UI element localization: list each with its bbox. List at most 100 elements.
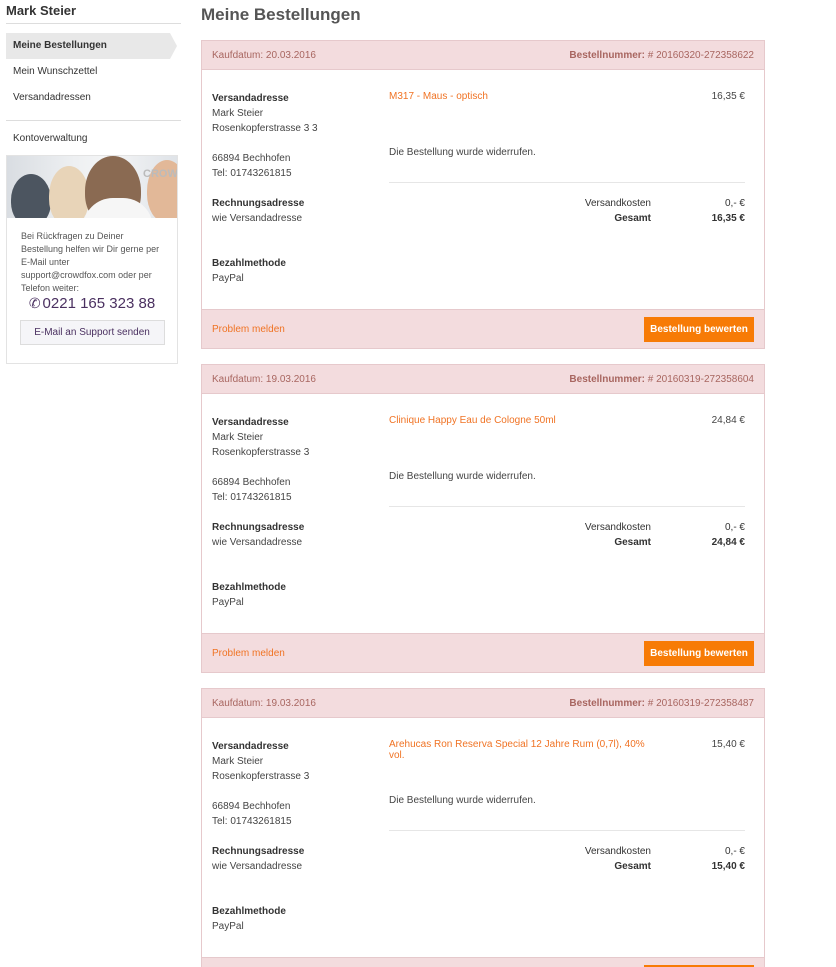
- support-phone-number: 0221 165 323 88: [42, 295, 156, 312]
- main-content: Meine Bestellungen Kaufdatum: 20.03.2016…: [201, 0, 765, 967]
- order-date: Kaufdatum: 19.03.2016: [212, 697, 316, 709]
- order-number-label: Bestellnummer:: [569, 373, 645, 385]
- sidebar-item-orders[interactable]: Meine Bestellungen: [6, 33, 177, 59]
- order-item: Clinique Happy Eau de Cologne 50ml 24,84…: [389, 415, 745, 455]
- rate-order-button[interactable]: Bestellung bewerten: [644, 640, 754, 666]
- order-date: Kaufdatum: 19.03.2016: [212, 373, 316, 385]
- order-number-value: # 20160320-272358622: [647, 49, 754, 61]
- order-header: Kaufdatum: 20.03.2016 Bestellnummer: # 2…: [202, 41, 764, 70]
- shipping-address-label: Versandadresse: [212, 417, 289, 428]
- order-date: Kaufdatum: 20.03.2016: [212, 49, 316, 61]
- sidebar-item-account[interactable]: Kontoverwaltung: [6, 121, 181, 151]
- total-value: 16,35 €: [711, 213, 745, 224]
- order-body: Versandadresse Mark Steier Rosenkopferst…: [202, 70, 764, 309]
- order-totals: Versandkosten 0,- € Gesamt 15,40 €: [389, 831, 745, 876]
- shipping-street: Rosenkopferstrasse 3: [212, 447, 310, 458]
- order-number-label: Bestellnummer:: [569, 49, 645, 61]
- orders-list: Kaufdatum: 20.03.2016 Bestellnummer: # 2…: [201, 40, 765, 967]
- total-label: Gesamt: [614, 537, 651, 548]
- billing-address: wie Versandadresse: [212, 861, 303, 872]
- report-problem-link[interactable]: Problem melden: [212, 648, 285, 659]
- billing-address: wie Versandadresse: [212, 213, 303, 224]
- shipping-tel: Tel: 01743261815: [212, 168, 292, 179]
- total-value: 24,84 €: [711, 537, 745, 548]
- shipping-name: Mark Steier: [212, 108, 264, 119]
- order-status: Die Bestellung wurde widerrufen.: [389, 779, 745, 831]
- payment-method-label: Bezahlmethode: [212, 258, 286, 269]
- support-box: CROWD Bei Rückfragen zu Deiner Bestellun…: [6, 155, 178, 364]
- sidebar: Mark Steier Meine Bestellungen Mein Wuns…: [6, 0, 181, 364]
- page-title: Meine Bestellungen: [201, 5, 361, 24]
- shipping-cost-value: 0,- €: [724, 198, 745, 209]
- shipping-city: 66894 Bechhofen: [212, 153, 291, 164]
- product-price: 15,40 €: [711, 739, 745, 750]
- order-card: Kaufdatum: 20.03.2016 Bestellnummer: # 2…: [201, 40, 765, 349]
- order-addresses: Versandadresse Mark Steier Rosenkopferst…: [202, 718, 389, 957]
- shipping-cost-row: Versandkosten 0,- €: [389, 522, 745, 537]
- shipping-address-label: Versandadresse: [212, 741, 289, 752]
- order-number-value: # 20160319-272358487: [647, 697, 754, 709]
- report-problem-link[interactable]: Problem melden: [212, 324, 285, 335]
- order-footer: Problem melden Bestellung bewerten: [202, 309, 764, 348]
- order-totals: Versandkosten 0,- € Gesamt 16,35 €: [389, 183, 745, 228]
- product-link[interactable]: Arehucas Ron Reserva Special 12 Jahre Ru…: [389, 739, 649, 761]
- total-value: 15,40 €: [711, 861, 745, 872]
- total-label: Gesamt: [614, 861, 651, 872]
- order-details: M317 - Maus - optisch 16,35 € Die Bestel…: [389, 70, 745, 309]
- shipping-city: 66894 Bechhofen: [212, 801, 291, 812]
- sidebar-item-wishlist[interactable]: Mein Wunschzettel: [6, 59, 181, 85]
- shipping-street: Rosenkopferstrasse 3: [212, 771, 310, 782]
- billing-address-label: Rechnungsadresse: [212, 198, 305, 209]
- order-body: Versandadresse Mark Steier Rosenkopferst…: [202, 718, 764, 957]
- shipping-cost-value: 0,- €: [724, 522, 745, 533]
- payment-method-label: Bezahlmethode: [212, 582, 286, 593]
- order-header: Kaufdatum: 19.03.2016 Bestellnummer: # 2…: [202, 689, 764, 718]
- order-item: M317 - Maus - optisch 16,35 €: [389, 91, 745, 131]
- billing-address-label: Rechnungsadresse: [212, 846, 305, 857]
- payment-method: PayPal: [212, 921, 244, 932]
- order-status: Die Bestellung wurde widerrufen.: [389, 455, 745, 507]
- payment-method-label: Bezahlmethode: [212, 906, 286, 917]
- sidebar-item-addresses[interactable]: Versandadressen: [6, 85, 181, 111]
- product-link[interactable]: M317 - Maus - optisch: [389, 91, 649, 102]
- shipping-name: Mark Steier: [212, 756, 264, 767]
- shipping-cost-value: 0,- €: [724, 846, 745, 857]
- order-card: Kaufdatum: 19.03.2016 Bestellnummer: # 2…: [201, 364, 765, 673]
- product-price: 24,84 €: [711, 415, 745, 426]
- shipping-cost-row: Versandkosten 0,- €: [389, 198, 745, 213]
- order-number: Bestellnummer: # 20160319-272358487: [569, 698, 754, 709]
- sidebar-nav: Meine Bestellungen Mein Wunschzettel Ver…: [6, 24, 181, 111]
- total-label: Gesamt: [614, 213, 651, 224]
- order-addresses: Versandadresse Mark Steier Rosenkopferst…: [202, 394, 389, 633]
- order-number: Bestellnummer: # 20160320-272358622: [569, 50, 754, 61]
- total-row: Gesamt 15,40 €: [389, 861, 745, 876]
- order-status: Die Bestellung wurde widerrufen.: [389, 131, 745, 183]
- email-support-button[interactable]: E-Mail an Support senden: [19, 320, 165, 345]
- shipping-cost-row: Versandkosten 0,- €: [389, 846, 745, 861]
- billing-address-label: Rechnungsadresse: [212, 522, 305, 533]
- product-link[interactable]: Clinique Happy Eau de Cologne 50ml: [389, 415, 649, 426]
- order-footer: Problem melden Bestellung bewerten: [202, 633, 764, 672]
- order-body: Versandadresse Mark Steier Rosenkopferst…: [202, 394, 764, 633]
- total-row: Gesamt 24,84 €: [389, 537, 745, 552]
- order-details: Clinique Happy Eau de Cologne 50ml 24,84…: [389, 394, 745, 633]
- order-totals: Versandkosten 0,- € Gesamt 24,84 €: [389, 507, 745, 552]
- payment-method: PayPal: [212, 273, 244, 284]
- payment-method: PayPal: [212, 597, 244, 608]
- user-name: Mark Steier: [6, 0, 181, 24]
- shipping-cost-label: Versandkosten: [584, 846, 651, 857]
- support-text: Bei Rückfragen zu Deiner Bestellung helf…: [21, 231, 160, 293]
- shipping-street: Rosenkopferstrasse 3 3: [212, 123, 318, 134]
- order-footer: Problem melden Bestellung bewerten: [202, 957, 764, 967]
- total-row: Gesamt 16,35 €: [389, 213, 745, 228]
- shipping-city: 66894 Bechhofen: [212, 477, 291, 488]
- shipping-tel: Tel: 01743261815: [212, 816, 292, 827]
- order-addresses: Versandadresse Mark Steier Rosenkopferst…: [202, 70, 389, 309]
- rate-order-button[interactable]: Bestellung bewerten: [644, 316, 754, 342]
- order-number-value: # 20160319-272358604: [647, 373, 754, 385]
- order-item: Arehucas Ron Reserva Special 12 Jahre Ru…: [389, 739, 745, 779]
- order-card: Kaufdatum: 19.03.2016 Bestellnummer: # 2…: [201, 688, 765, 967]
- product-price: 16,35 €: [711, 91, 745, 102]
- order-number-label: Bestellnummer:: [569, 697, 645, 709]
- shipping-cost-label: Versandkosten: [584, 198, 651, 209]
